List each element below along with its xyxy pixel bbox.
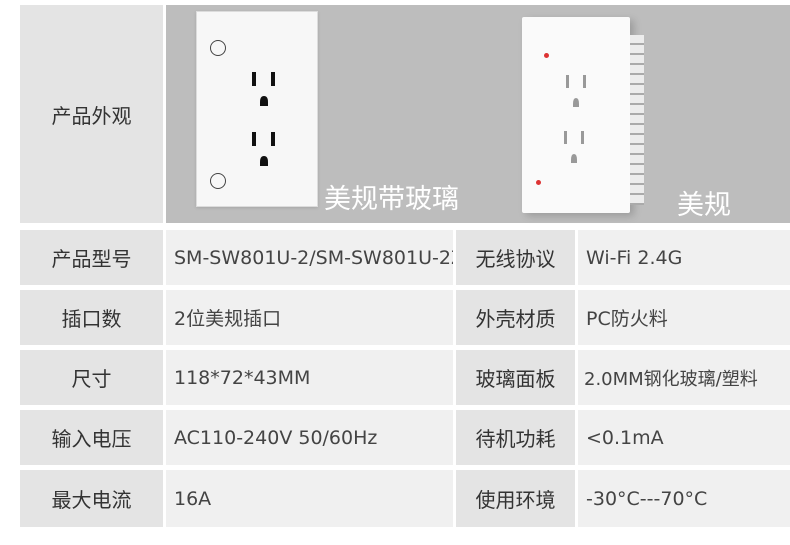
spec-label-model: 产品型号 bbox=[20, 230, 163, 285]
outlet-icon bbox=[252, 132, 275, 166]
spec-label-size: 尺寸 bbox=[20, 350, 163, 405]
spec-value-sockets: 2位美规插口 bbox=[166, 290, 453, 345]
spec-label-shell: 外壳材质 bbox=[456, 290, 575, 345]
led-indicator-icon bbox=[544, 53, 549, 58]
spec-value-panel: 2.0MM钢化玻璃/塑料 bbox=[578, 350, 790, 405]
touch-indicator-icon bbox=[210, 40, 226, 56]
outlet-icon bbox=[564, 131, 584, 163]
glass-socket-plate bbox=[196, 11, 318, 207]
caption-glass: 美规带玻璃 bbox=[324, 184, 459, 215]
spec-value-model: SM-SW801U-2/SM-SW801U-2Z bbox=[166, 230, 453, 285]
product-photo: 美规带玻璃 美规 bbox=[166, 5, 790, 223]
spec-value-environment: -30°C---70°C bbox=[578, 470, 790, 527]
spec-label-panel: 玻璃面板 bbox=[456, 350, 575, 405]
caption-plain: 美规 bbox=[677, 190, 731, 221]
appearance-label-cell: 产品外观 bbox=[20, 5, 163, 223]
appearance-label: 产品外观 bbox=[51, 103, 132, 128]
spec-value-shell: PC防火料 bbox=[578, 290, 790, 345]
spec-value-size: 118*72*43MM bbox=[166, 350, 453, 405]
plain-socket-plate bbox=[522, 17, 630, 213]
spec-value-standby: <0.1mA bbox=[578, 410, 790, 465]
spec-label-current: 最大电流 bbox=[20, 470, 163, 527]
spec-label-standby: 待机功耗 bbox=[456, 410, 575, 465]
led-indicator-icon bbox=[536, 180, 541, 185]
spec-label-environment: 使用环境 bbox=[456, 470, 575, 527]
spec-value-current: 16A bbox=[166, 470, 453, 527]
spec-value-wireless: Wi-Fi 2.4G bbox=[578, 230, 790, 285]
spec-label-wireless: 无线协议 bbox=[456, 230, 575, 285]
outlet-icon bbox=[252, 72, 275, 106]
spec-label-sockets: 插口数 bbox=[20, 290, 163, 345]
spec-value-voltage: AC110-240V 50/60Hz bbox=[166, 410, 453, 465]
spec-label-voltage: 输入电压 bbox=[20, 410, 163, 465]
touch-indicator-icon bbox=[210, 173, 226, 189]
outlet-icon bbox=[566, 75, 586, 107]
plate-side-vents bbox=[630, 35, 644, 205]
